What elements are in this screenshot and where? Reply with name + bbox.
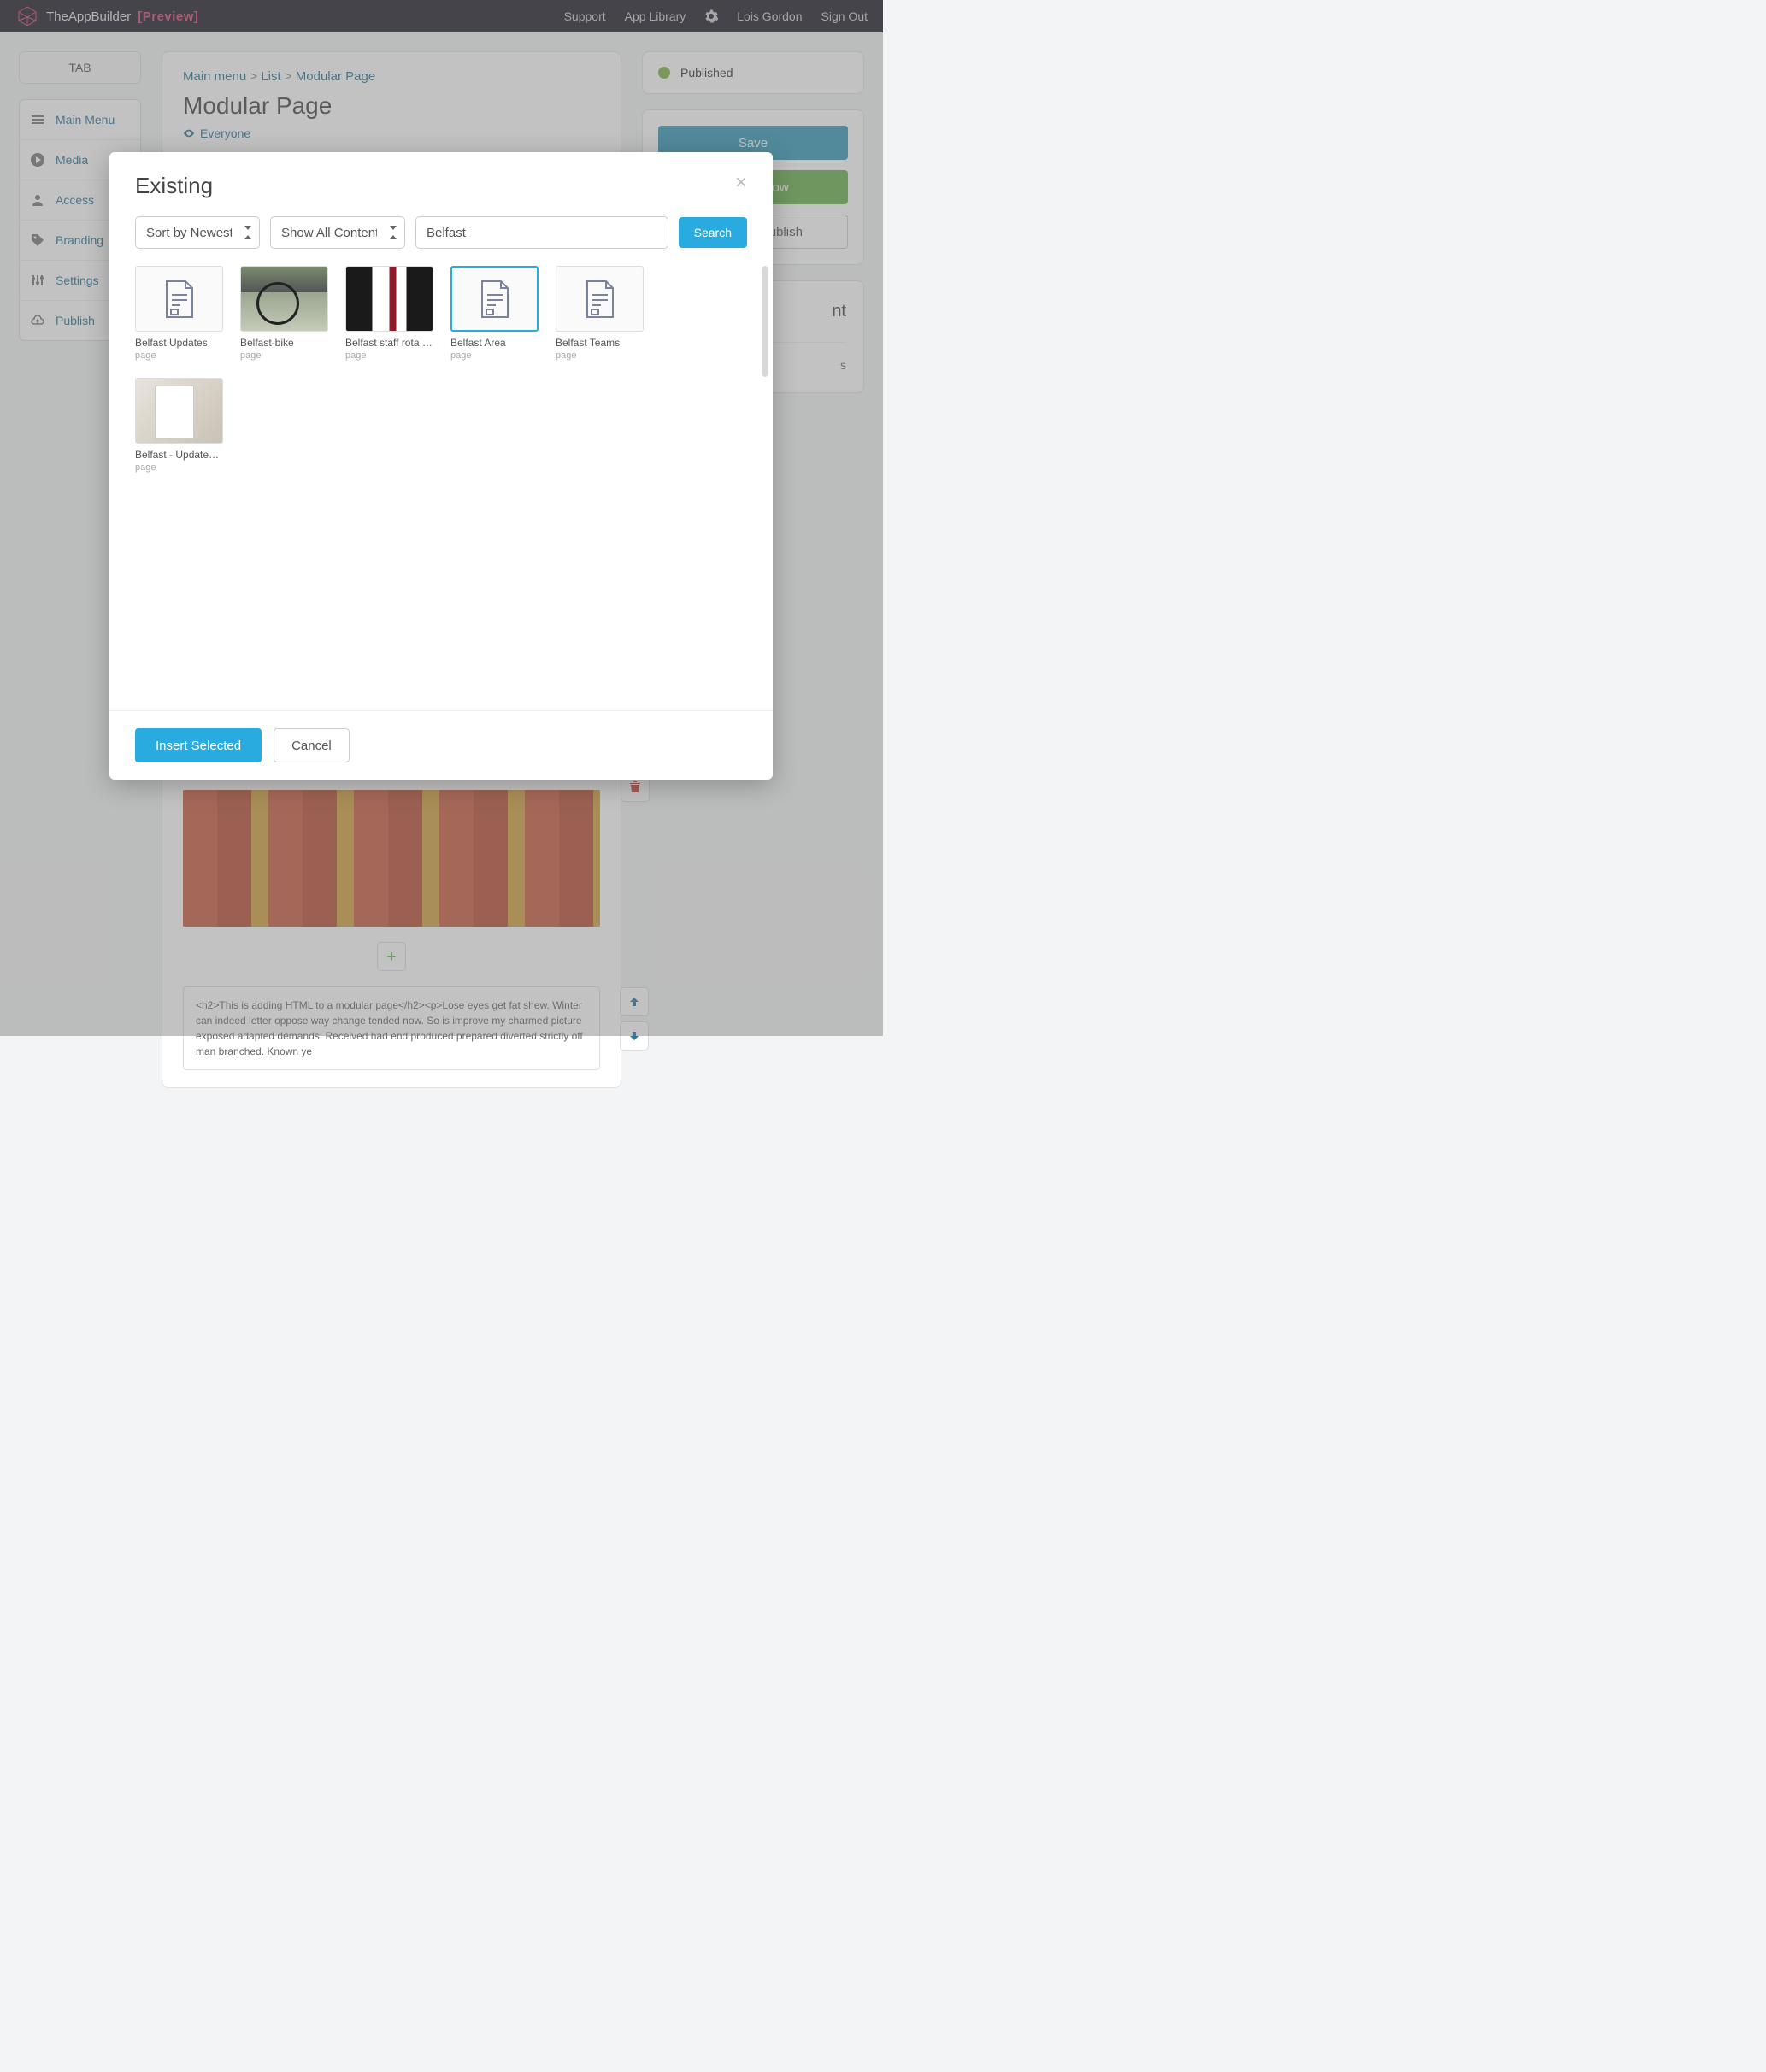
result-thumbnail [556,266,644,332]
result-type: page [240,350,328,361]
result-thumbnail [345,266,433,332]
result-item[interactable]: Belfast staff rota ar…page [345,266,433,361]
filter-select-wrap: Show All Content [270,216,405,249]
result-title: Belfast staff rota ar… [345,337,433,349]
result-item[interactable]: Belfast - Updates t…page [135,378,223,473]
result-item[interactable]: Belfast Areapage [450,266,539,361]
result-thumbnail [240,266,328,332]
sort-select[interactable]: Sort by Newest [135,216,260,249]
result-thumbnail [135,378,223,444]
result-title: Belfast Area [450,337,539,349]
search-button[interactable]: Search [679,217,747,248]
existing-content-modal: Existing × Sort by Newest Show All Conte… [109,152,773,780]
result-item[interactable]: Belfast Updatespage [135,266,223,361]
result-title: Belfast Teams [556,337,644,349]
result-type: page [135,462,223,473]
search-input[interactable] [415,216,668,249]
result-item[interactable]: Belfast Teamspage [556,266,644,361]
result-title: Belfast - Updates t… [135,449,223,461]
result-title: Belfast Updates [135,337,223,349]
result-type: page [450,350,539,361]
result-type: page [135,350,223,361]
insert-selected-button[interactable]: Insert Selected [135,728,262,762]
results-grid: Belfast UpdatespageBelfast-bikepageBelfa… [109,266,773,710]
modal-header: Existing × [109,152,773,209]
results-scrollbar[interactable] [762,266,768,377]
result-type: page [345,350,433,361]
modal-close-button[interactable]: × [735,173,747,193]
content-filter-select[interactable]: Show All Content [270,216,405,249]
sort-select-wrap: Sort by Newest [135,216,260,249]
result-type: page [556,350,644,361]
modal-filter-row: Sort by Newest Show All Content Search [109,209,773,266]
result-thumbnail [135,266,223,332]
cancel-button[interactable]: Cancel [274,728,350,762]
result-thumbnail [450,266,539,332]
modal-title: Existing [135,173,213,199]
modal-footer: Insert Selected Cancel [109,710,773,780]
result-title: Belfast-bike [240,337,328,349]
result-item[interactable]: Belfast-bikepage [240,266,328,361]
